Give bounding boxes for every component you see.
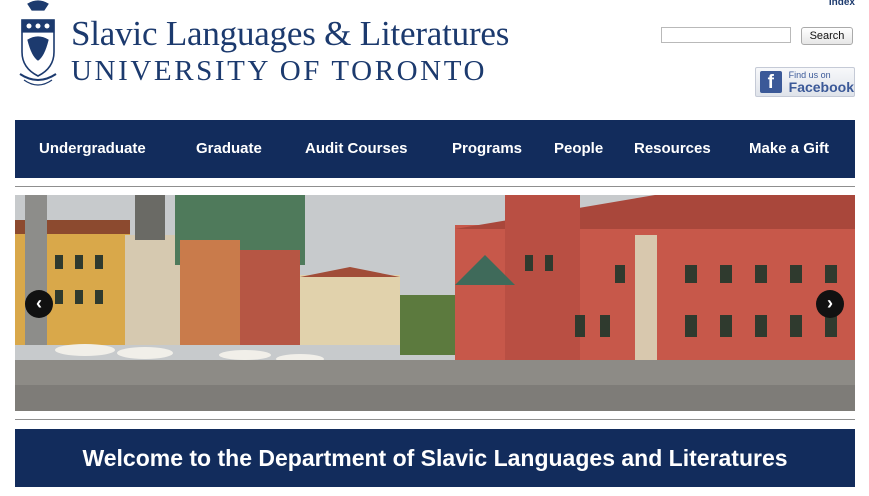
welcome-banner: Welcome to the Department of Slavic Lang… [15, 429, 855, 487]
image-slider[interactable] [15, 195, 855, 411]
slider-next-button[interactable]: › [816, 290, 844, 318]
chevron-left-icon: ‹ [36, 293, 42, 313]
nav-item-people[interactable]: People [554, 120, 603, 178]
main-nav: Undergraduate Graduate Audit Courses Pro… [15, 120, 855, 178]
search-button[interactable]: Search [801, 27, 853, 45]
divider-top [15, 186, 855, 187]
slider-prev-button[interactable]: ‹ [25, 290, 53, 318]
index-link[interactable]: Index [829, 0, 855, 8]
nav-item-make-a-gift[interactable]: Make a Gift [749, 120, 829, 178]
department-title[interactable]: Slavic Languages & Literatures [71, 14, 509, 54]
university-title[interactable]: UNIVERSITY OF TORONTO [71, 55, 487, 88]
nav-item-audit-courses[interactable]: Audit Courses [305, 120, 408, 178]
slider-photo [15, 195, 855, 411]
search-input[interactable] [661, 27, 791, 43]
facebook-icon: f [760, 71, 782, 93]
university-crest-icon[interactable] [14, 0, 62, 88]
nav-item-resources[interactable]: Resources [634, 120, 711, 178]
facebook-badge[interactable]: f Find us on Facebook [755, 67, 855, 97]
nav-item-graduate[interactable]: Graduate [196, 120, 262, 178]
facebook-text: Find us on Facebook [788, 70, 854, 95]
facebook-big-text: Facebook [788, 78, 854, 95]
divider-bottom [15, 419, 855, 420]
nav-item-programs[interactable]: Programs [452, 120, 522, 178]
chevron-right-icon: › [827, 293, 833, 313]
nav-item-undergraduate[interactable]: Undergraduate [39, 120, 146, 178]
